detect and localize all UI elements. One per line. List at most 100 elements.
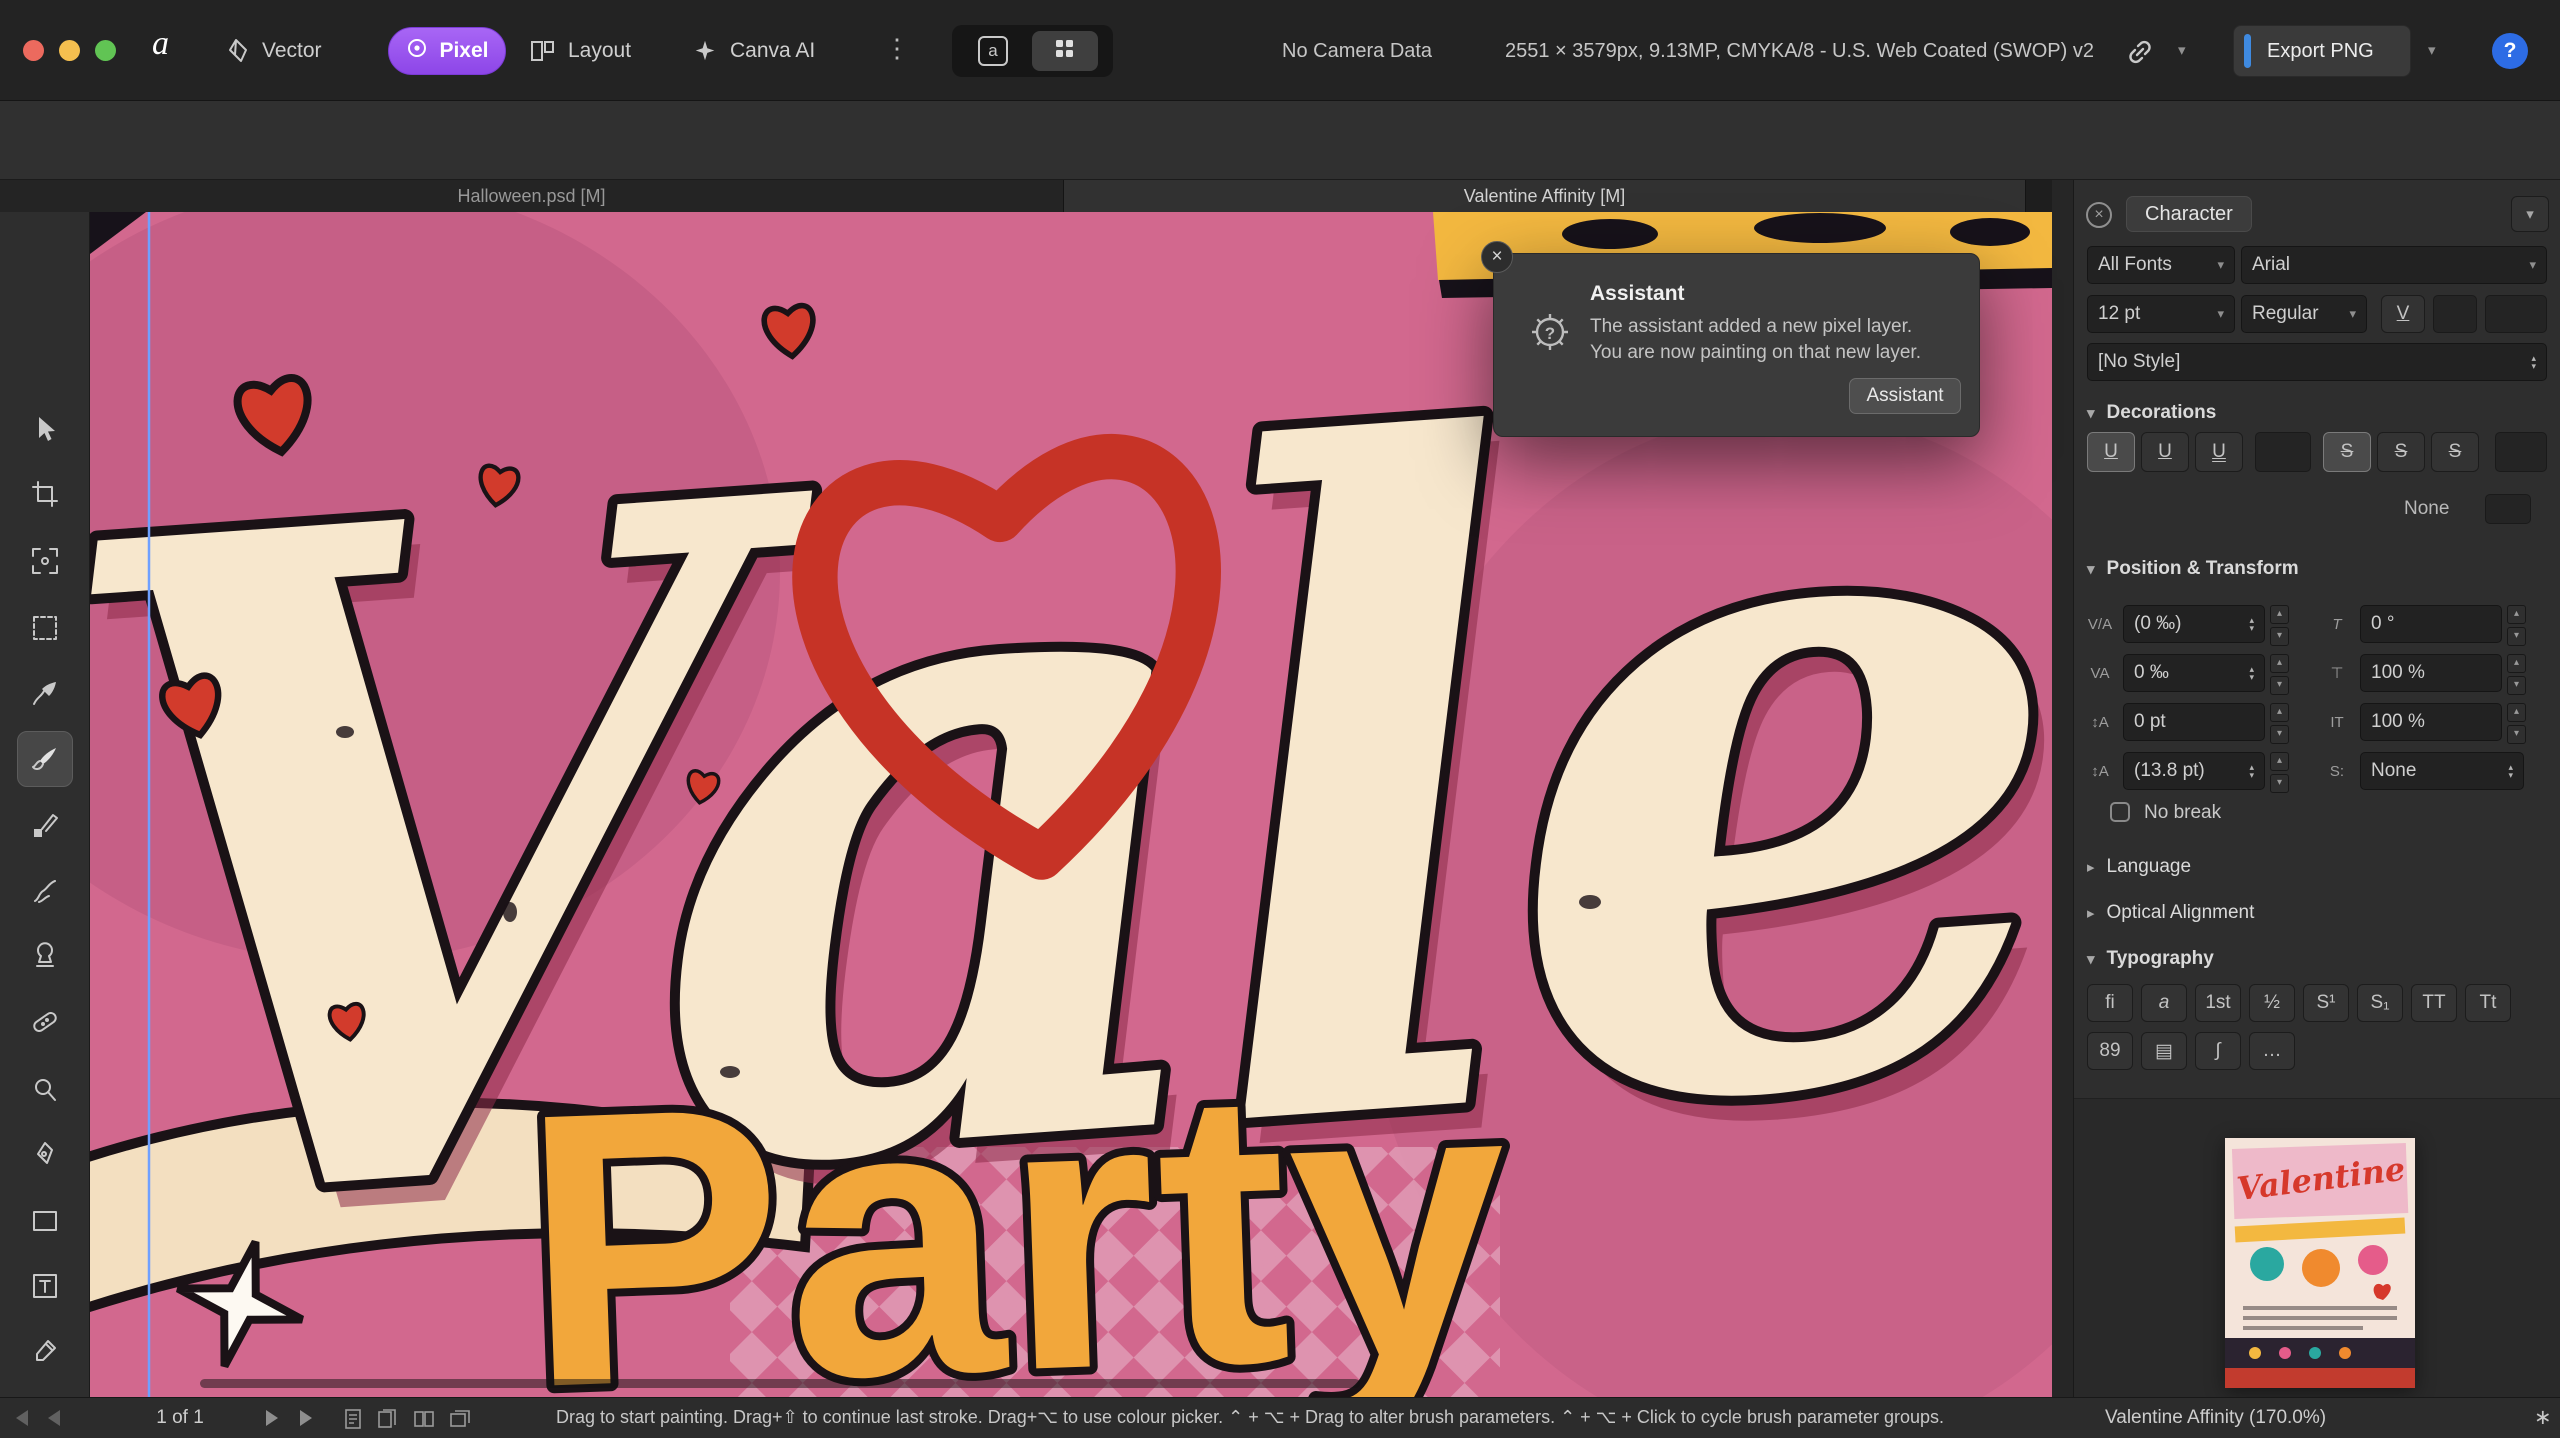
persona-layout[interactable]: Layout — [528, 27, 631, 75]
underline-double-button[interactable]: U — [2195, 432, 2243, 472]
strikethrough-single-button[interactable]: S — [2323, 432, 2371, 472]
dodge-burn-tool[interactable] — [17, 1062, 73, 1118]
colour-picker-tool[interactable] — [17, 1323, 73, 1379]
last-page-button[interactable] — [300, 1410, 312, 1426]
close-window-button[interactable] — [23, 40, 44, 61]
studio-presets-button[interactable] — [1032, 31, 1098, 71]
small-caps-glyph: Tt — [2480, 992, 2497, 1014]
healing-brush-tool[interactable] — [17, 994, 73, 1050]
all-caps-button[interactable]: TT — [2411, 984, 2457, 1022]
baseline-shift-stepper[interactable] — [2270, 703, 2289, 744]
horizontal-scale-stepper[interactable] — [2507, 654, 2526, 695]
paint-brush-tool[interactable] — [17, 731, 73, 787]
ligatures-button[interactable]: fi — [2087, 984, 2133, 1022]
position-transform-section-header[interactable]: Position & Transform — [2087, 558, 2299, 580]
help-button[interactable]: ? — [2492, 33, 2528, 69]
subscript-button[interactable]: S₁ — [2357, 984, 2403, 1022]
persona-canva-ai[interactable]: Canva AI — [692, 27, 815, 75]
leading-field[interactable]: (13.8 pt) — [2123, 752, 2265, 790]
tracking-field[interactable]: 0 ‰ — [2123, 654, 2265, 692]
assistant-preferences-button[interactable]: a — [960, 31, 1026, 71]
persona-vector[interactable]: Vector — [222, 27, 322, 75]
document-preview-thumbnail[interactable]: Valentine — [2225, 1138, 2415, 1388]
text-frame-tool[interactable] — [17, 1258, 73, 1314]
decoration-colour-well[interactable] — [2485, 494, 2531, 524]
leading-stepper[interactable] — [2270, 752, 2289, 793]
font-size-dropdown[interactable]: 12 pt — [2087, 295, 2235, 333]
strikethrough-colour-well[interactable] — [2495, 432, 2547, 472]
leading-override-value: None — [2371, 760, 2416, 782]
swashes-button[interactable]: ∫ — [2195, 1032, 2241, 1070]
tracking-stepper[interactable] — [2270, 654, 2289, 695]
persona-overflow-menu-icon[interactable]: ⋮ — [884, 33, 910, 64]
minimize-window-button[interactable] — [59, 40, 80, 61]
strikethrough-double-button[interactable]: S — [2431, 432, 2479, 472]
vertical-scale-field[interactable]: 100 % — [2360, 703, 2502, 741]
font-family-dropdown[interactable]: Arial — [2241, 246, 2547, 284]
horizontal-scrollbar[interactable] — [200, 1379, 1360, 1388]
rectangular-marquee-tool[interactable] — [17, 600, 73, 656]
panel-close-button[interactable]: × — [2086, 202, 2112, 228]
crop-tool[interactable] — [17, 466, 73, 522]
rectangle-tool[interactable] — [17, 1193, 73, 1249]
camera-data-status: No Camera Data — [1282, 40, 1432, 63]
small-caps-button[interactable]: Tt — [2465, 984, 2511, 1022]
font-collection-dropdown[interactable]: All Fonts — [2087, 246, 2235, 284]
panel-collapse-button[interactable] — [2511, 196, 2549, 232]
shear-field[interactable]: 0 ° — [2360, 605, 2502, 643]
typography-section-header[interactable]: Typography — [2087, 948, 2214, 970]
horizontal-scale-field[interactable]: 100 % — [2360, 654, 2502, 692]
underline-colour-well[interactable] — [2255, 432, 2311, 472]
clone-stamp-tool[interactable] — [17, 928, 73, 984]
affinity-logo-icon: a — [152, 25, 169, 63]
pen-tool[interactable] — [17, 1127, 73, 1183]
character-panel-tab[interactable]: Character — [2126, 196, 2252, 232]
hardware-acceleration-icon[interactable] — [2124, 36, 2156, 73]
ordinals-button[interactable]: 1st — [2195, 984, 2241, 1022]
pixel-tool[interactable] — [17, 798, 73, 854]
export-options-chevron-icon[interactable] — [2428, 41, 2436, 60]
oldstyle-figures-button[interactable]: 89 — [2087, 1032, 2133, 1070]
decorations-section-header[interactable]: Decorations — [2087, 402, 2216, 424]
superscript-button[interactable]: S¹ — [2303, 984, 2349, 1022]
typography-more-button[interactable]: … — [2249, 1032, 2295, 1070]
underline-single-button[interactable]: U — [2087, 432, 2135, 472]
kerning-stepper[interactable] — [2270, 605, 2289, 646]
tab-halloween[interactable]: Halloween.psd [M] — [0, 180, 1064, 212]
shear-stepper[interactable] — [2507, 605, 2526, 646]
fill-colour-well[interactable] — [2433, 295, 2477, 333]
leading-override-popup[interactable]: None — [2360, 752, 2524, 790]
optical-alignment-section-header[interactable]: Optical Alignment — [2087, 902, 2254, 924]
view-options-star-icon[interactable]: ∗ — [2534, 1405, 2552, 1430]
glyph-browser-button[interactable]: ▤ — [2141, 1032, 2187, 1070]
page-icon[interactable] — [342, 1407, 364, 1436]
vertical-scale-stepper[interactable] — [2507, 703, 2526, 744]
selection-frame-tool[interactable] — [17, 533, 73, 589]
underline-word-button[interactable]: U — [2141, 432, 2189, 472]
language-section-header[interactable]: Language — [2087, 856, 2191, 878]
selection-brush-tool[interactable] — [17, 665, 73, 721]
persona-pixel[interactable]: Pixel — [388, 27, 506, 75]
zoom-window-button[interactable] — [95, 40, 116, 61]
first-page-button[interactable] — [16, 1410, 28, 1426]
export-png-button[interactable]: Export PNG — [2233, 25, 2411, 77]
text-style-popup[interactable]: [No Style] — [2087, 343, 2547, 381]
smudge-tool[interactable] — [17, 863, 73, 919]
baseline-shift-field[interactable]: 0 pt — [2123, 703, 2265, 741]
next-page-button[interactable] — [266, 1410, 278, 1426]
page-copy-icon[interactable] — [376, 1407, 398, 1436]
kerning-field[interactable]: (0 ‰) — [2123, 605, 2265, 643]
typography-panel-button[interactable]: V — [2381, 295, 2425, 333]
previous-page-button[interactable] — [48, 1410, 60, 1426]
assistant-close-button[interactable]: × — [1481, 241, 1513, 273]
tab-valentine[interactable]: Valentine Affinity [M] — [1064, 180, 2026, 212]
alternates-button[interactable]: a — [2141, 984, 2187, 1022]
strikethrough-word-button[interactable]: S — [2377, 432, 2425, 472]
fractions-button[interactable]: ½ — [2249, 984, 2295, 1022]
hardware-menu-chevron-icon[interactable] — [2178, 41, 2186, 60]
move-tool[interactable] — [17, 401, 73, 457]
stroke-colour-well[interactable] — [2485, 295, 2547, 333]
assistant-settings-button[interactable]: Assistant — [1849, 378, 1961, 414]
font-weight-dropdown[interactable]: Regular — [2241, 295, 2367, 333]
no-break-checkbox[interactable] — [2110, 802, 2130, 822]
